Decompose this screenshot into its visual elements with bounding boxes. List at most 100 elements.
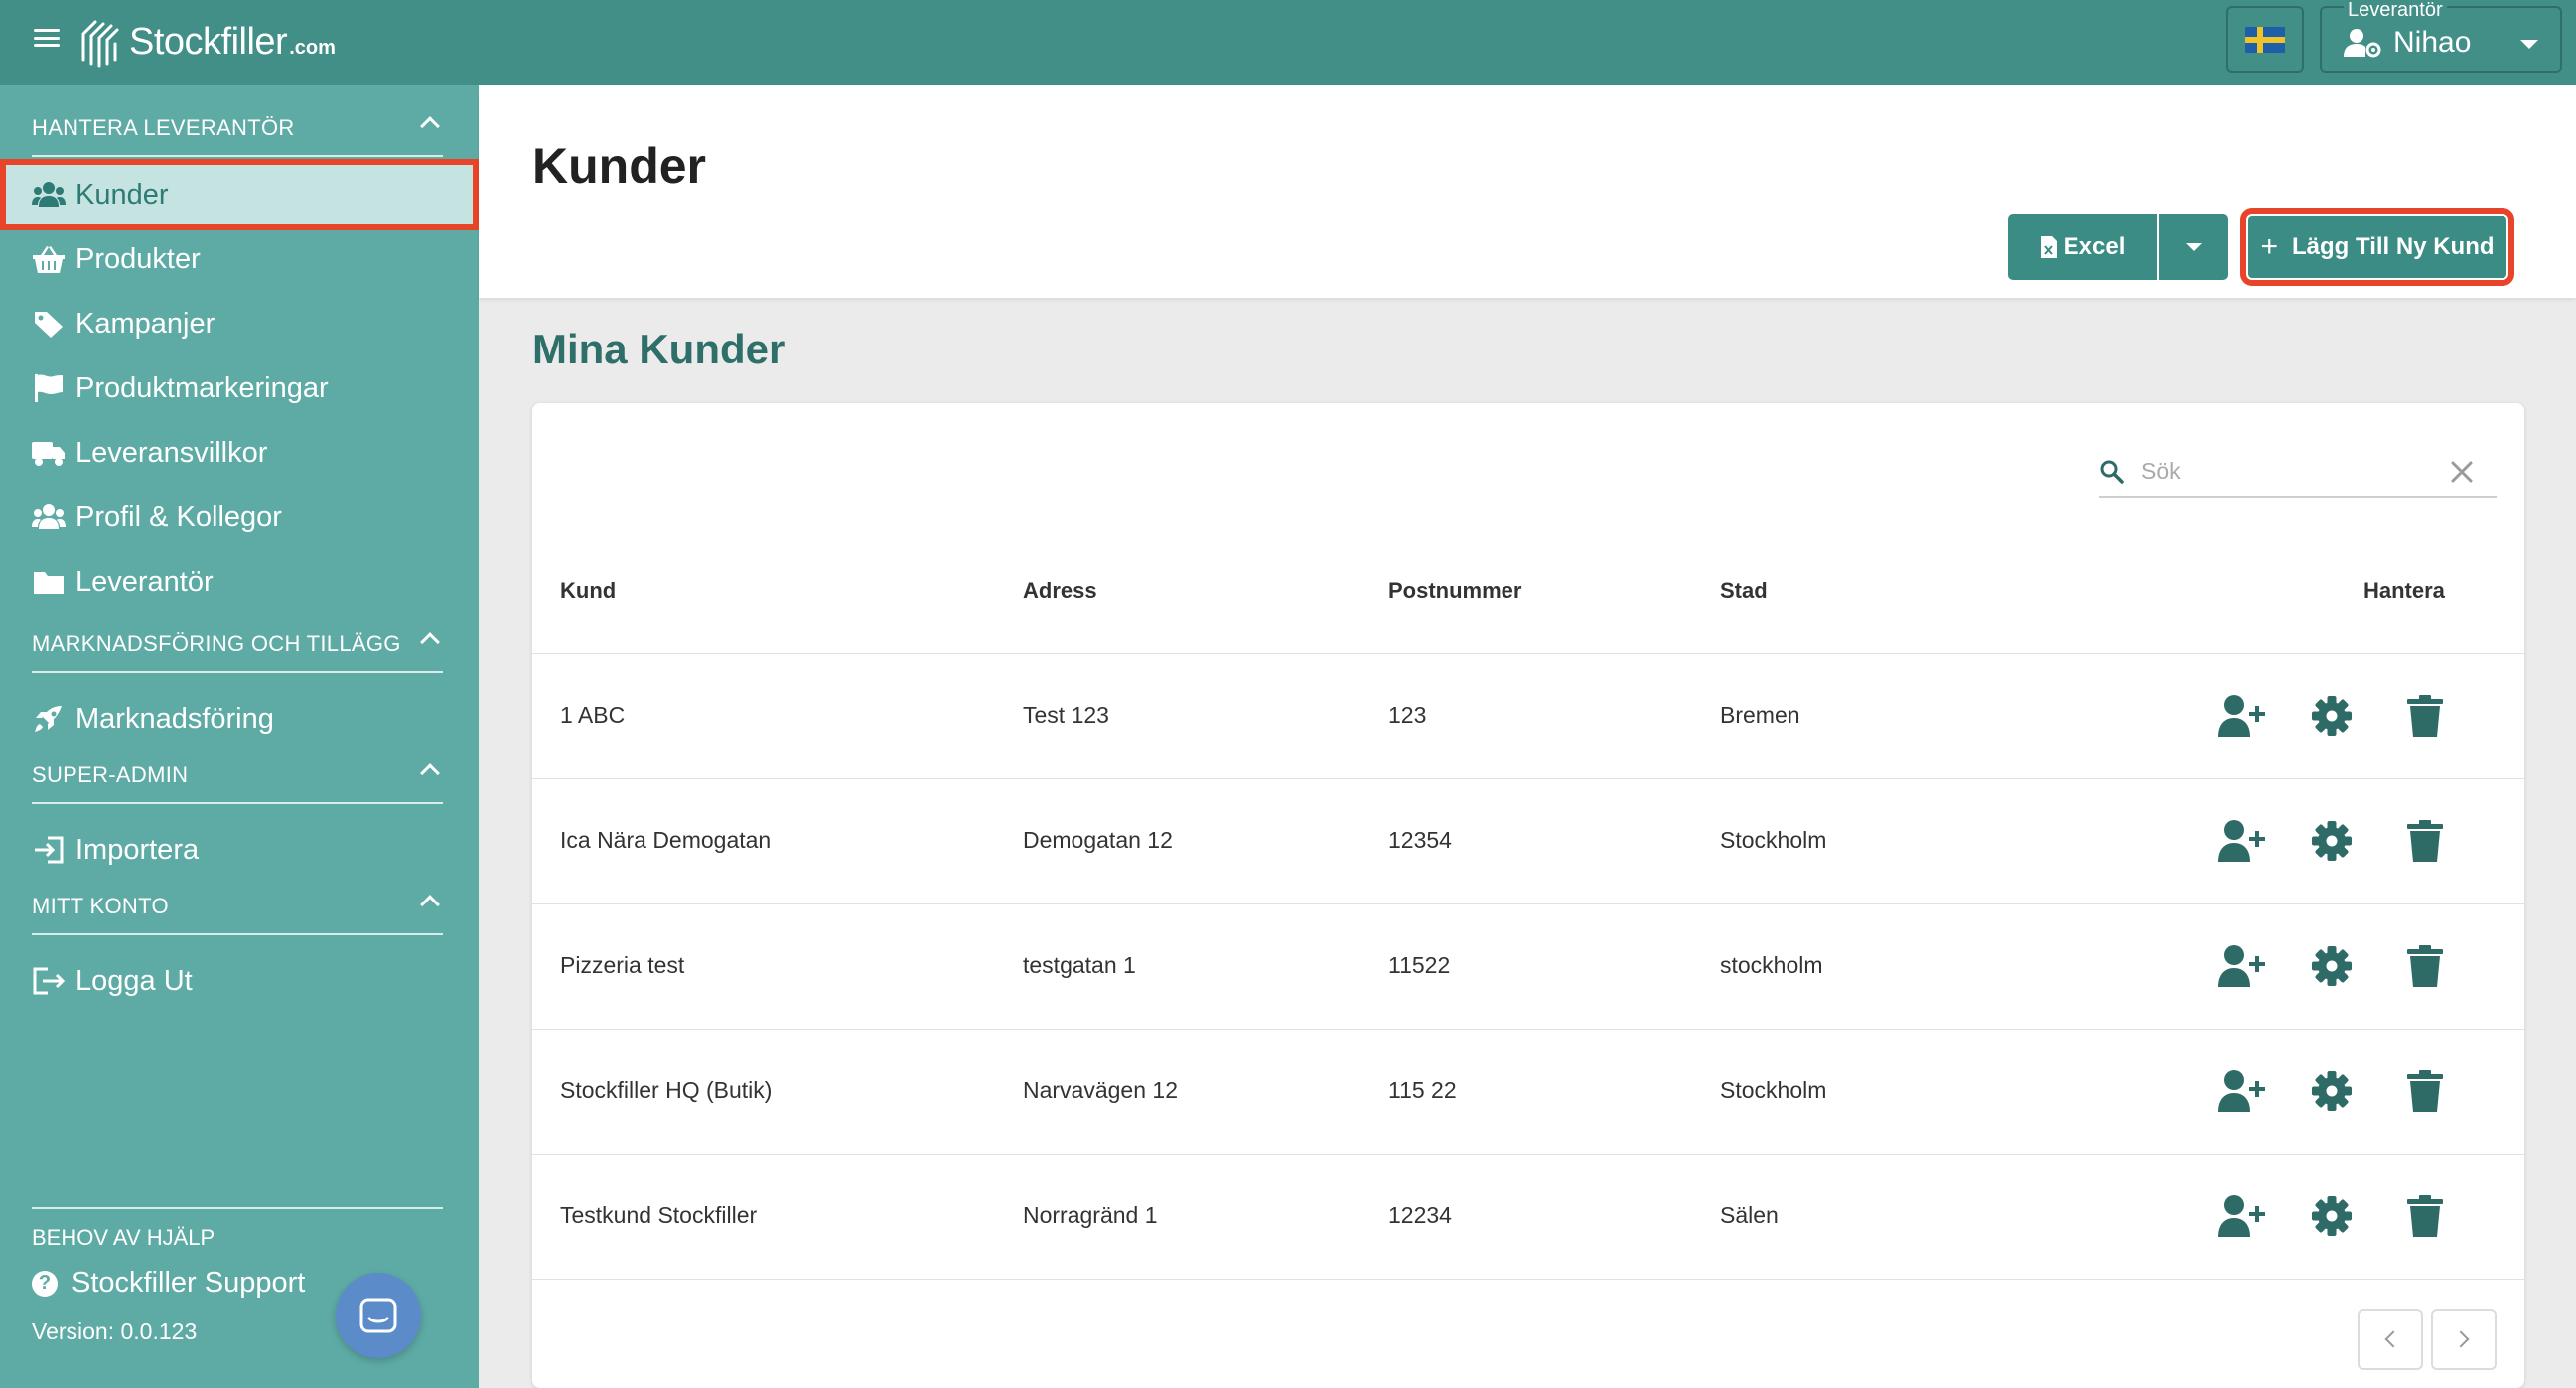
supplier-select[interactable]: Leverantör Nihao	[2320, 0, 2562, 73]
cell-postnummer: 12234	[1388, 1202, 1452, 1228]
sidebar-item-label: Leverantör	[75, 565, 214, 598]
table-row[interactable]: 1 ABC Test 123 123 Bremen	[532, 653, 2524, 778]
sidebar-item-label: Profil & Kollegor	[75, 500, 282, 533]
add-user-button[interactable]	[2218, 940, 2270, 992]
trash-icon	[2407, 695, 2443, 737]
sidebar-item-label: Logga Ut	[75, 964, 193, 997]
sidebar-item-kampanjer[interactable]: Kampanjer	[6, 294, 473, 353]
add-customer-button[interactable]: + Lägg Till Ny Kund	[2240, 208, 2514, 286]
menu-icon[interactable]	[34, 25, 60, 51]
add-user-button[interactable]	[2218, 1190, 2270, 1242]
supplier-select-label: Leverantör	[2344, 0, 2447, 22]
excel-dropdown-button[interactable]	[2159, 214, 2228, 280]
sidebar-item-label: Kampanjer	[75, 307, 215, 340]
gear-icon	[2312, 1071, 2352, 1111]
next-page-button[interactable]	[2431, 1309, 2497, 1370]
delete-button[interactable]	[2399, 815, 2451, 867]
table-row[interactable]: Stockfiller HQ (Butik) Narvavägen 12 115 2…	[532, 1029, 2524, 1154]
settings-button[interactable]	[2306, 815, 2358, 867]
add-user-button[interactable]	[2218, 690, 2270, 742]
sidebar-section-marknadsforing[interactable]: MARKNADSFÖRING OCH TILLÄGG	[32, 602, 443, 673]
search-field	[2099, 443, 2497, 498]
basket-icon	[33, 246, 65, 273]
sidebar-item-logga-ut[interactable]: Logga Ut	[6, 951, 473, 1011]
excel-button[interactable]: Excel	[2008, 214, 2157, 280]
version-text: Version: 0.0.123	[32, 1319, 198, 1344]
users-icon	[32, 182, 66, 207]
rocket-icon	[35, 706, 62, 732]
chevron-up-icon	[420, 632, 440, 652]
table-row[interactable]: Pizzeria test testgatan 1 11522 stockholm	[532, 903, 2524, 1029]
sign-in-icon	[35, 836, 64, 864]
cell-postnummer: 115 22	[1388, 1077, 1457, 1103]
user-plus-icon	[2218, 945, 2265, 987]
file-excel-icon	[2040, 236, 2057, 258]
sidebar-section-mitt-konto[interactable]: MITT KONTO	[32, 864, 443, 935]
sidebar-section-title: HANTERA LEVERANTÖR	[32, 115, 295, 140]
table-row[interactable]: Testkund Stockfiller Norragränd 1 12234 Säl…	[532, 1154, 2524, 1279]
sidebar-item-label: Marknadsföring	[75, 702, 274, 735]
cell-kund: Pizzeria test	[560, 952, 685, 978]
gear-icon	[2312, 696, 2352, 736]
sidebar-section-title: SUPER-ADMIN	[32, 763, 189, 787]
column-header-hantera: Hantera	[2363, 578, 2445, 603]
sidebar-section-hantera[interactable]: HANTERA LEVERANTÖR	[32, 85, 443, 157]
sidebar-section-super-admin[interactable]: SUPER-ADMIN	[32, 733, 443, 804]
chevron-down-icon	[2520, 40, 2538, 49]
stockfiller-logo-icon	[81, 20, 119, 68]
delete-button[interactable]	[2399, 1190, 2451, 1242]
tag-icon	[35, 312, 63, 338]
delete-button[interactable]	[2399, 940, 2451, 992]
users-icon	[32, 504, 66, 529]
close-icon[interactable]	[2447, 457, 2477, 486]
delete-button[interactable]	[2399, 1065, 2451, 1117]
sidebar-item-kunder[interactable]: Kunder	[0, 159, 479, 230]
chat-icon	[359, 1298, 397, 1333]
cell-adress: Test 123	[1023, 702, 1109, 728]
section-title: Mina Kunder	[532, 326, 786, 372]
sidebar-item-profil[interactable]: Profil & Kollegor	[6, 487, 473, 547]
language-button[interactable]	[2226, 6, 2304, 73]
sidebar-section-title: MITT KONTO	[32, 894, 169, 918]
previous-page-button[interactable]	[2358, 1309, 2423, 1370]
settings-button[interactable]	[2306, 1190, 2358, 1242]
chat-button[interactable]	[336, 1273, 421, 1358]
help-section-title: BEHOV AV HJÄLP	[32, 1207, 443, 1251]
sweden-flag-icon	[2245, 27, 2285, 53]
chevron-up-icon	[420, 763, 440, 783]
table-row[interactable]: Ica Nära Demogatan Demogatan 12 12354 Stock…	[532, 778, 2524, 903]
settings-button[interactable]	[2306, 940, 2358, 992]
column-header-kund[interactable]: Kund	[560, 578, 616, 604]
sidebar-item-leveransvillkor[interactable]: Leveransvillkor	[6, 423, 473, 483]
column-header-stad[interactable]: Stad	[1720, 578, 1768, 604]
cell-adress: Demogatan 12	[1023, 827, 1173, 853]
table-divider	[532, 1279, 2524, 1280]
settings-button[interactable]	[2306, 690, 2358, 742]
search-input[interactable]	[2141, 453, 2429, 488]
user-plus-icon	[2218, 695, 2265, 737]
cell-stad: Stockholm	[1720, 1077, 1827, 1103]
column-header-postnummer[interactable]: Postnummer	[1388, 578, 1521, 604]
user-plus-icon	[2218, 1195, 2265, 1237]
delete-button[interactable]	[2399, 690, 2451, 742]
add-user-button[interactable]	[2218, 1065, 2270, 1117]
cell-kund: Stockfiller HQ (Butik)	[560, 1077, 773, 1103]
logo[interactable]: Stockfiller .com	[77, 10, 336, 73]
sidebar-item-produktmarkeringar[interactable]: Produktmarkeringar	[6, 358, 473, 418]
chevron-right-icon	[2452, 1330, 2470, 1348]
support-label: Stockfiller Support	[72, 1267, 306, 1299]
sidebar-item-label: Importera	[75, 833, 200, 866]
add-user-button[interactable]	[2218, 815, 2270, 867]
support-link[interactable]: ? Stockfiller Support	[32, 1267, 305, 1300]
flag-icon	[35, 374, 63, 402]
chevron-up-icon	[420, 895, 440, 914]
cell-stad: Bremen	[1720, 702, 1800, 728]
user-plus-icon	[2218, 820, 2265, 862]
customers-card: Kund Adress Postnummer Stad Hantera 1 AB…	[532, 403, 2524, 1388]
column-header-adress[interactable]: Adress	[1023, 578, 1097, 604]
cell-adress: testgatan 1	[1023, 952, 1136, 978]
settings-button[interactable]	[2306, 1065, 2358, 1117]
sidebar-item-produkter[interactable]: Produkter	[6, 229, 473, 289]
truck-icon	[32, 442, 65, 466]
cell-kund: Ica Nära Demogatan	[560, 827, 772, 853]
